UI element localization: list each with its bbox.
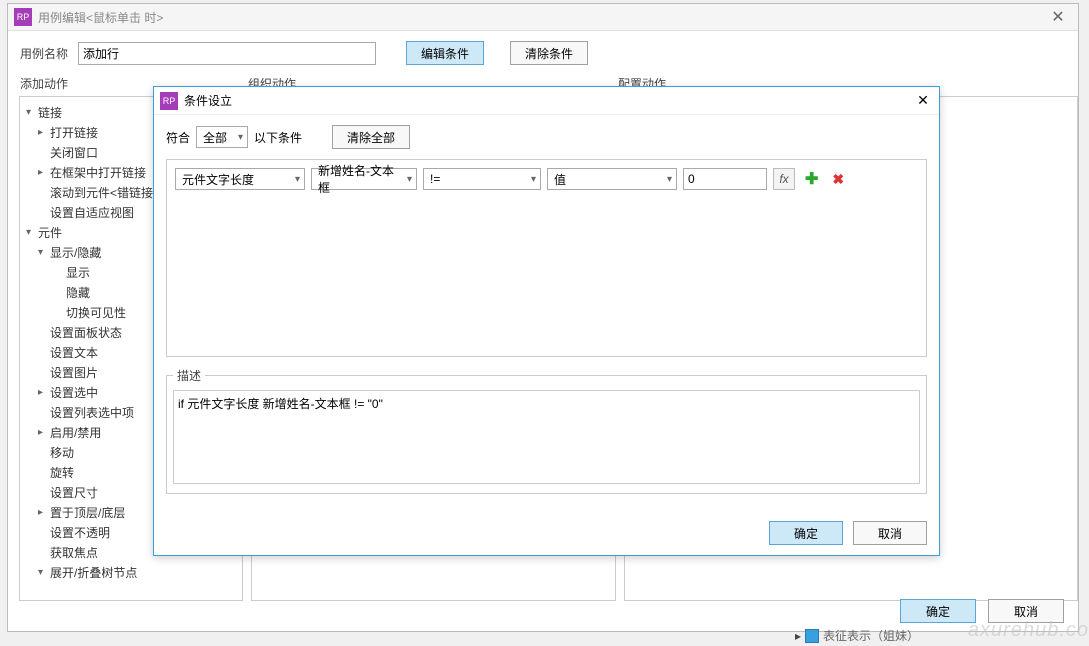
cond-target-combo[interactable]: 新增姓名-文本框	[311, 168, 417, 190]
tree-item-label: 关闭窗口	[50, 143, 98, 163]
delete-condition-icon[interactable]: ✖	[828, 171, 848, 188]
tree-arrow-icon: ▸	[38, 123, 50, 143]
modal-close-button[interactable]: ✕	[907, 92, 939, 109]
tree-item-label: 旋转	[50, 463, 74, 483]
cond-type-combo[interactable]: 元件文字长度	[175, 168, 305, 190]
tree-arrow-icon: ▸	[38, 383, 50, 403]
tree-item-label: 移动	[50, 443, 74, 463]
bg-checkbox-icon	[805, 629, 819, 643]
tree-item-label: 设置文本	[50, 343, 98, 363]
tree-item-label: 启用/禁用	[50, 423, 101, 443]
tree-arrow-icon: ▾	[26, 223, 38, 243]
bg-fragment-text: 表征表示（姐妹）	[823, 627, 919, 644]
condition-setup-dialog: RP 条件设立 ✕ 符合 全部 以下条件 清除全部 元件文字长度 新增姓名-文本…	[153, 86, 940, 556]
modal-title: 条件设立	[184, 92, 232, 109]
tree-arrow-icon: ▸	[38, 163, 50, 183]
cond-value-input[interactable]	[683, 168, 767, 190]
tree-item-label: 设置自适应视图	[50, 203, 134, 223]
match-label: 符合	[166, 129, 190, 146]
modal-toolbar: 符合 全部 以下条件 清除全部	[154, 115, 939, 159]
modal-cancel-button[interactable]: 取消	[853, 521, 927, 545]
modal-ok-button[interactable]: 确定	[769, 521, 843, 545]
main-titlebar: RP 用例编辑<鼠标单击 时> ✕	[8, 4, 1078, 31]
condition-area: 元件文字长度 新增姓名-文本框 != 值 fx ✚ ✖	[166, 159, 927, 357]
tree-item-label: 在框架中打开链接	[50, 163, 146, 183]
tree-item-label: 显示/隐藏	[50, 243, 101, 263]
main-close-button[interactable]: ✕	[1038, 7, 1078, 27]
tree-item-label: 展开/折叠树节点	[50, 563, 137, 583]
case-name-row: 用例名称 编辑条件 清除条件	[8, 31, 1078, 75]
match-combo[interactable]: 全部	[196, 126, 248, 148]
description-legend: 描述	[173, 367, 205, 384]
tree-item-label: 设置选中	[50, 383, 98, 403]
tree-item-label: 显示	[66, 263, 90, 283]
tree-item-label: 打开链接	[50, 123, 98, 143]
tree-item-label: 滚动到元件<错链接	[50, 183, 153, 203]
cond-operator-combo[interactable]: !=	[423, 168, 541, 190]
tree-item-label: 切换可见性	[66, 303, 126, 323]
tree-arrow-icon: ▸	[38, 503, 50, 523]
tree-arrow-icon: ▾	[38, 563, 50, 583]
clear-all-button[interactable]: 清除全部	[332, 125, 410, 149]
tree-item-label: 隐藏	[66, 283, 90, 303]
case-name-input[interactable]	[78, 42, 376, 65]
tree-item-label: 设置图片	[50, 363, 98, 383]
tree-item-label: 获取焦点	[50, 543, 98, 563]
tree-item-label: 置于顶层/底层	[50, 503, 125, 523]
tree-item-label: 链接	[38, 103, 62, 123]
app-icon: RP	[14, 8, 32, 26]
tree-item-label: 设置列表选中项	[50, 403, 134, 423]
tree-item[interactable]: ▾展开/折叠树节点	[22, 563, 240, 583]
main-cancel-button[interactable]: 取消	[988, 599, 1064, 623]
cond-valuetype-combo[interactable]: 值	[547, 168, 677, 190]
clear-condition-button[interactable]: 清除条件	[510, 41, 588, 65]
tree-arrow-icon: ▸	[38, 423, 50, 443]
add-condition-icon[interactable]: ✚	[801, 169, 822, 189]
main-footer: 确定 取消	[900, 599, 1064, 623]
background-fragment: ▸ 表征表示（姐妹）	[795, 627, 919, 644]
tree-arrow-icon: ▾	[26, 103, 38, 123]
tree-item-label: 设置不透明	[50, 523, 110, 543]
modal-app-icon: RP	[160, 92, 178, 110]
tree-arrow-icon: ▾	[38, 243, 50, 263]
edit-condition-button[interactable]: 编辑条件	[406, 41, 484, 65]
case-name-label: 用例名称	[20, 45, 68, 62]
description-text[interactable]	[173, 390, 920, 484]
tree-item-label: 元件	[38, 223, 62, 243]
tree-item-label: 设置尺寸	[50, 483, 98, 503]
match-suffix: 以下条件	[254, 129, 302, 146]
modal-footer: 确定 取消	[769, 521, 927, 545]
condition-row: 元件文字长度 新增姓名-文本框 != 值 fx ✚ ✖	[175, 168, 918, 190]
modal-titlebar: RP 条件设立 ✕	[154, 87, 939, 115]
description-fieldset: 描述	[166, 367, 927, 494]
main-ok-button[interactable]: 确定	[900, 599, 976, 623]
tree-item-label: 设置面板状态	[50, 323, 122, 343]
main-title: 用例编辑<鼠标单击 时>	[38, 9, 163, 26]
fx-button[interactable]: fx	[773, 168, 795, 190]
